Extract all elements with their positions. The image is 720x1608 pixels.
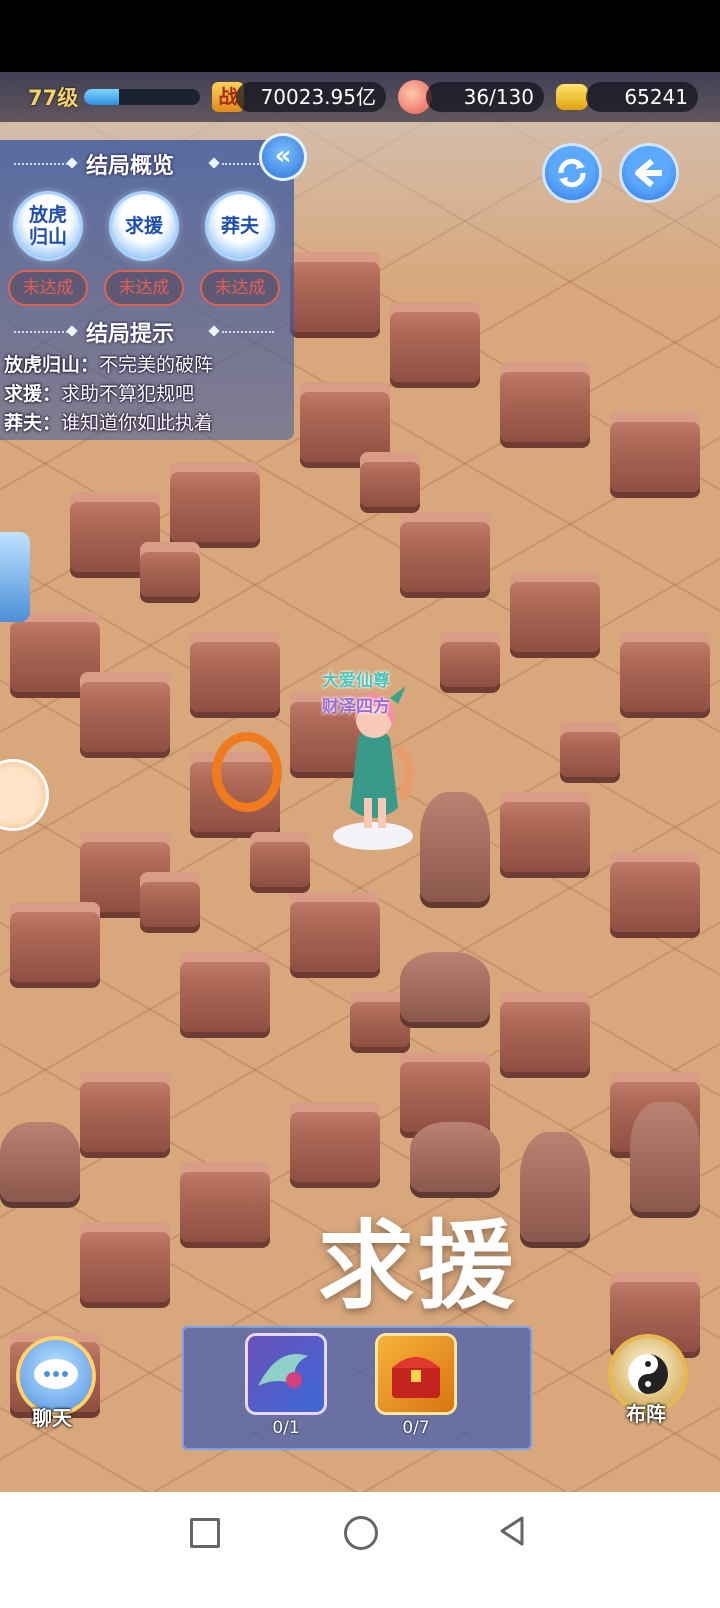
rock-pillar bbox=[180, 1162, 270, 1242]
rock-block bbox=[140, 542, 200, 597]
back-button[interactable] bbox=[622, 146, 676, 200]
rock-pillar bbox=[400, 512, 490, 592]
rock-pillar bbox=[610, 852, 700, 932]
divider bbox=[222, 331, 274, 333]
rock-pillar bbox=[500, 362, 590, 442]
rock-block bbox=[140, 872, 200, 927]
player-level: 77级 bbox=[28, 86, 79, 110]
item-tray bbox=[182, 1326, 532, 1450]
tip-text: 不完美的破阵 bbox=[99, 354, 214, 376]
level-progress-bar bbox=[84, 89, 200, 105]
statue-head bbox=[410, 1122, 500, 1192]
rock-pillar bbox=[170, 462, 260, 542]
side-npc-sprite bbox=[0, 532, 30, 622]
rock-pillar bbox=[80, 1072, 170, 1152]
rock-pillar bbox=[610, 412, 700, 492]
tip-label: 放虎归山： bbox=[4, 354, 100, 376]
rock-pillar bbox=[390, 302, 480, 382]
rock-pillar bbox=[500, 992, 590, 1072]
tip-text: 求助不算犯规吧 bbox=[61, 383, 195, 405]
rock-block bbox=[440, 632, 500, 687]
collapse-panel-button[interactable]: « bbox=[262, 136, 304, 178]
gold-value[interactable]: 65241 bbox=[586, 82, 698, 112]
item-count: 0/1 bbox=[272, 1418, 300, 1438]
treasure-chest-icon bbox=[392, 1357, 440, 1398]
item-count: 0/7 bbox=[402, 1418, 430, 1438]
tip-label: 莽夫： bbox=[4, 412, 62, 434]
power-value: 70023.95亿 bbox=[236, 82, 386, 112]
rock-block bbox=[250, 832, 310, 887]
rock-pillar bbox=[190, 632, 280, 712]
statue bbox=[520, 1132, 590, 1242]
tips-title: 结局提示 bbox=[86, 322, 175, 347]
divider bbox=[14, 163, 68, 165]
ending-badge-mangfu[interactable]: 莽夫 bbox=[208, 194, 272, 258]
tip-label: 求援： bbox=[4, 383, 62, 405]
overview-title: 结局概览 bbox=[86, 154, 175, 179]
target-marker-ring[interactable] bbox=[212, 732, 282, 812]
ally-avatar[interactable] bbox=[0, 762, 46, 828]
ending-name-line2: 归山 bbox=[28, 226, 67, 248]
chat-label: 聊天 bbox=[32, 1406, 72, 1430]
rock-block bbox=[360, 452, 420, 507]
rock-pillar bbox=[290, 252, 380, 332]
ending-status-badge: 未达成 bbox=[104, 270, 184, 306]
refresh-icon bbox=[558, 158, 586, 188]
ending-badge-fanghu[interactable]: 放虎 归山 bbox=[16, 194, 80, 258]
rock-pillar bbox=[290, 1102, 380, 1182]
ending-overlay-text: 求援 bbox=[318, 1210, 518, 1322]
statue-head bbox=[0, 1122, 80, 1202]
statue-head bbox=[400, 952, 490, 1022]
rock-pillar bbox=[10, 902, 100, 982]
tip-row: 莽夫：谁知道你如此执着 bbox=[4, 408, 213, 435]
tip-row: 求援：求助不算犯规吧 bbox=[4, 379, 194, 406]
character-title-2: 财泽四方 bbox=[322, 697, 390, 717]
recent-apps-icon[interactable] bbox=[190, 1518, 220, 1548]
item-slot-chest[interactable] bbox=[378, 1336, 454, 1412]
double-chevron-left-icon: « bbox=[274, 141, 292, 171]
rock-pillar bbox=[620, 632, 710, 712]
ending-name: 求援 bbox=[124, 215, 163, 237]
tip-row: 放虎归山：不完美的破阵 bbox=[4, 350, 213, 377]
ending-status-badge: 未达成 bbox=[8, 270, 88, 306]
rock-pillar bbox=[80, 672, 170, 752]
back-triangle-icon[interactable] bbox=[496, 1514, 528, 1548]
back-arrow-icon bbox=[635, 158, 662, 188]
rock-pillar bbox=[510, 572, 600, 652]
divider bbox=[222, 163, 262, 165]
ending-name-line1: 放虎 bbox=[28, 204, 67, 226]
system-nav-bar bbox=[0, 1492, 720, 1608]
ending-badge-qiuyuan[interactable]: 求援 bbox=[112, 194, 176, 258]
tip-text: 谁知道你如此执着 bbox=[61, 412, 214, 434]
item-slot-dragon[interactable] bbox=[248, 1336, 324, 1412]
level-progress-fill bbox=[84, 89, 119, 105]
statue bbox=[630, 1102, 700, 1212]
rock-pillar bbox=[290, 892, 380, 972]
rock-pillar bbox=[300, 382, 390, 462]
rock-pillar bbox=[400, 1052, 490, 1132]
rock-pillar bbox=[80, 1222, 170, 1302]
dragon-item-icon bbox=[258, 1354, 308, 1388]
formation-label: 布阵 bbox=[626, 1402, 666, 1426]
character-title-1: 大爱仙尊 bbox=[322, 671, 390, 691]
rock-pillar bbox=[180, 952, 270, 1032]
statue bbox=[420, 792, 490, 902]
ending-status-badge: 未达成 bbox=[200, 270, 280, 306]
stamina-value[interactable]: 36/130 bbox=[426, 82, 544, 112]
refresh-button[interactable] bbox=[545, 146, 599, 200]
gold-ingot-icon bbox=[556, 84, 588, 110]
ending-name: 莽夫 bbox=[220, 215, 259, 237]
divider bbox=[14, 331, 68, 333]
rock-block bbox=[560, 722, 620, 777]
rock-pillar bbox=[500, 792, 590, 872]
home-icon[interactable] bbox=[344, 1516, 378, 1550]
